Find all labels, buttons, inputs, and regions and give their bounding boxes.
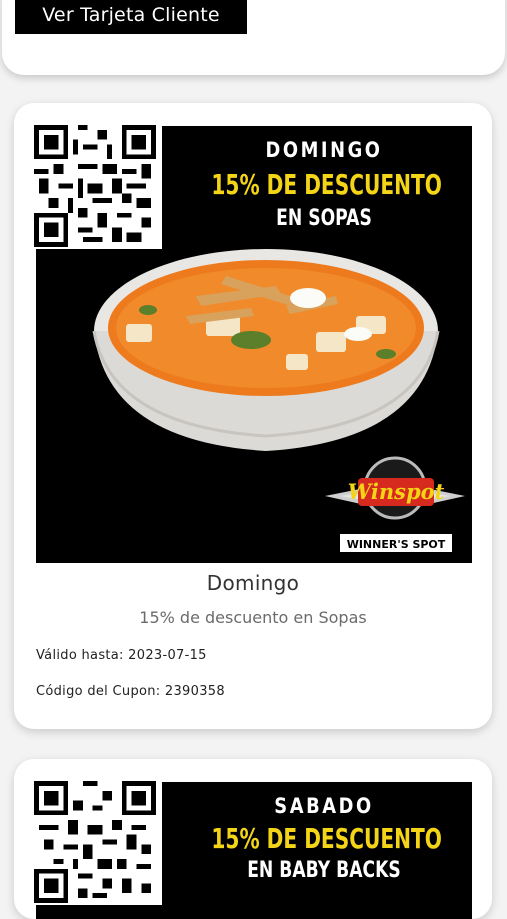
coupon-code-row: Código del Cupon: 2390358 [36, 684, 225, 699]
valid-until-value: 2023-07-15 [128, 648, 207, 663]
valid-until-row: Válido hasta: 2023-07-15 [36, 648, 207, 663]
logo-brand-text: Winspot [348, 479, 445, 504]
promo-item: EN BABY BACKS [247, 858, 401, 883]
promo-discount: 15% DE DESCUENTO [211, 822, 442, 855]
promo-day: SABADO [274, 794, 374, 818]
coupon-card[interactable]: SABADO 15% DE DESCUENTO EN BABY BACKS [14, 759, 492, 919]
view-customer-card-button[interactable]: Ver Tarjeta Cliente [15, 0, 247, 34]
winspot-logo: Winspot WINNER'S SPOT [325, 456, 465, 552]
promo-day: DOMINGO [265, 138, 383, 162]
coupon-title: Domingo [206, 571, 300, 595]
coupon-card[interactable]: DOMINGO 15% DE DESCUENTO EN SOPAS Winspo… [14, 103, 492, 729]
qr-code-icon [28, 119, 162, 249]
coupon-code-label: Código del Cupon: [36, 684, 161, 699]
customer-card-panel: Ver Tarjeta Cliente [2, 0, 505, 75]
valid-until-label: Válido hasta: [36, 648, 124, 663]
coupon-subtitle: 15% de descuento en Sopas [139, 608, 367, 627]
promo-item: EN SOPAS [276, 206, 372, 231]
soup-bowl-image [92, 249, 440, 451]
coupon-code-value: 2390358 [164, 684, 225, 699]
logo-sub-text: WINNER'S SPOT [347, 538, 446, 551]
promo-discount: 15% DE DESCUENTO [211, 168, 442, 201]
qr-code-icon [28, 775, 162, 905]
